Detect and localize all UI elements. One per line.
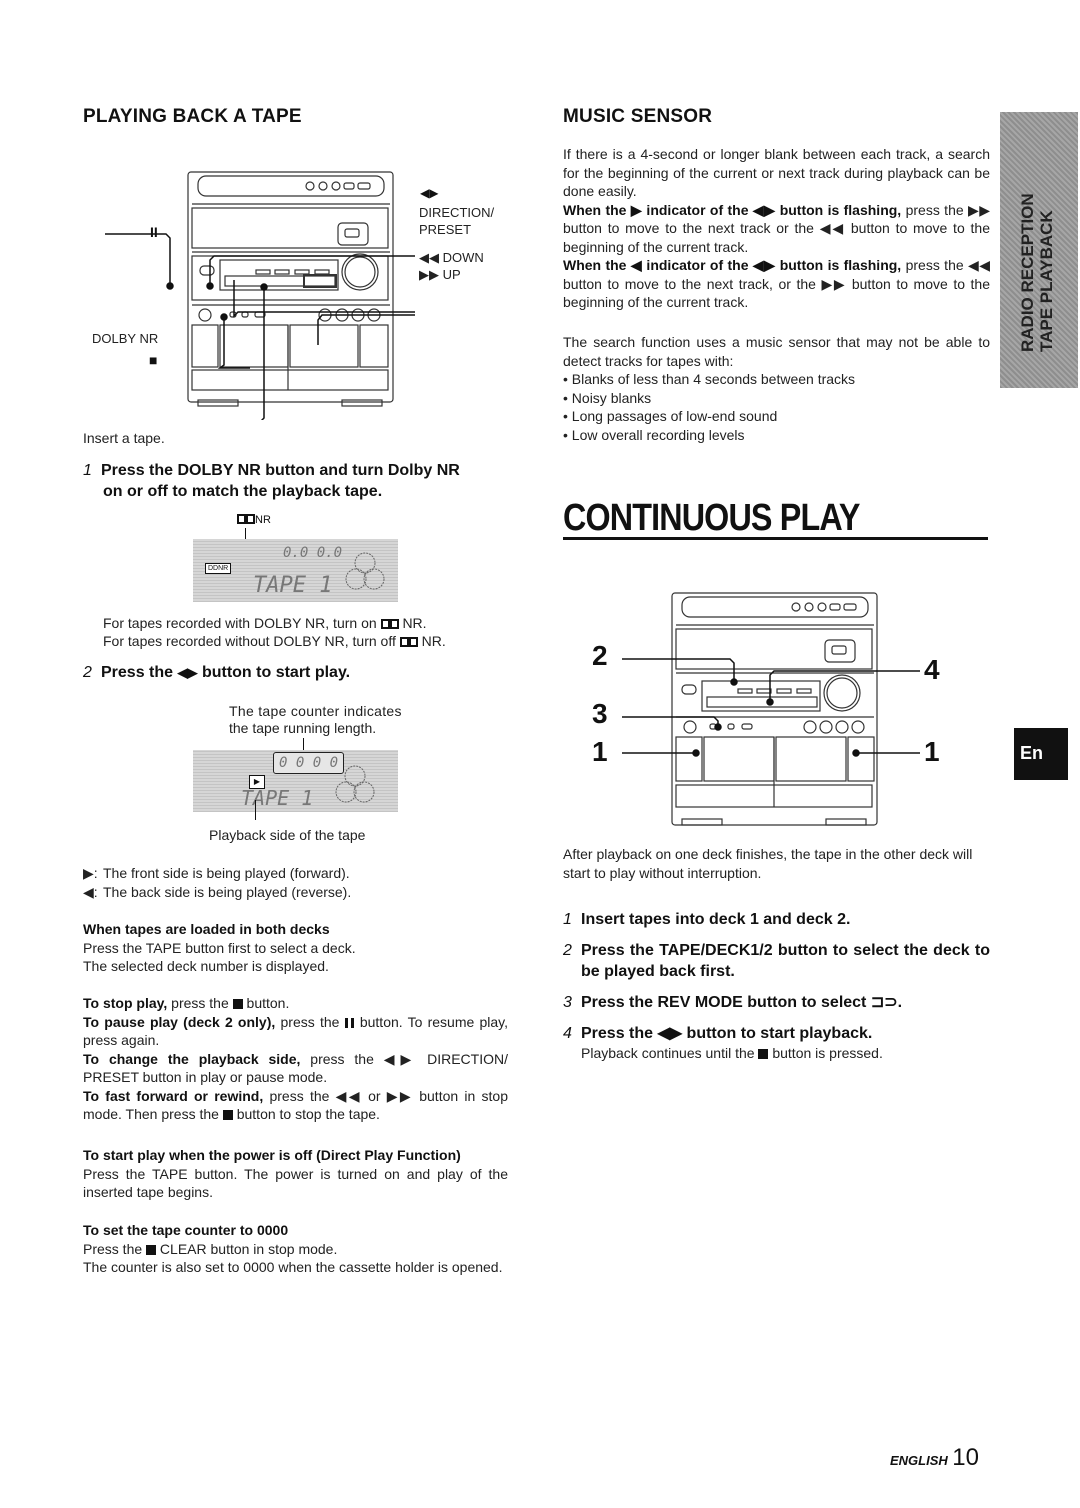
continuous-intro: After playback on one deck finishes, the… <box>563 846 973 881</box>
continuous-steps: 1 Insert tapes into deck 1 and deck 2. 2P… <box>563 909 990 1063</box>
limit-item: • Long passages of low-end sound <box>563 408 778 424</box>
limit-item: • Low overall recording levels <box>563 426 745 443</box>
both-decks-section: When tapes are loaded in both decks Pres… <box>83 921 356 974</box>
continuous-step: 4 Press the ◀▶ button to start playback. <box>563 1025 873 1042</box>
ffwd-up-label: ▶▶ UP <box>419 267 461 282</box>
lcd-display-counter: 0 0 0 0 ▶ TAPE 1 <box>193 750 398 812</box>
playback-side-caption: Playback side of the tape <box>209 827 366 843</box>
callout-4: 4 <box>924 654 940 685</box>
dolby-icon <box>399 637 418 647</box>
limit-item: • Noisy blanks <box>563 389 652 406</box>
section-heading-playing-back: PLAYING BACK A TAPE <box>83 106 302 127</box>
reel-icon <box>335 765 375 803</box>
callout-3: 3 <box>592 698 608 729</box>
counter-note-2: the tape running length. <box>229 720 377 736</box>
continuous-step: 3 Press the REV MODE button to select ⊐⊃. <box>563 994 903 1011</box>
continuous-play-title: CONTINUOUS PLAY <box>563 497 860 539</box>
insert-tape-caption: Insert a tape. <box>83 430 165 446</box>
counter-note-1: The tape counter indicates <box>229 703 402 719</box>
dolby-display-figure: NR 0.0 0.0 DDNR TAPE 1 <box>193 512 398 602</box>
music-sensor-limits: The search function uses a music sensor … <box>563 334 990 443</box>
counter-display-figure: 0 0 0 0 ▶ TAPE 1 <box>193 738 398 820</box>
reel-icon <box>345 552 385 590</box>
stereo-figure-continuous <box>610 585 950 830</box>
dolby-nr-badge: DDNR <box>205 563 232 574</box>
pause-icon <box>344 1017 355 1028</box>
reverse-legend: ◀: The back side is being played (reverse… <box>83 884 352 900</box>
direction-label-1: DIRECTION/ <box>419 205 495 220</box>
stereo-illustration <box>105 171 415 423</box>
footer-language: ENGLISH <box>890 1453 948 1468</box>
direction-icon: ◀▶ <box>420 186 439 200</box>
stop-icon <box>146 1244 157 1255</box>
chapter-side-tab: RADIO RECEPTION TAPE PLAYBACK <box>1000 112 1078 388</box>
stereo-illustration <box>622 592 920 826</box>
stereo-figure-playback <box>80 160 530 423</box>
play-direction-icon: ◀▶ <box>177 665 198 680</box>
counter-reset-section: To set the tape counter to 0000 Press th… <box>83 1222 503 1275</box>
callout-1-left: 1 <box>592 736 608 767</box>
lcd-display-dolby: 0.0 0.0 DDNR TAPE 1 <box>193 539 398 602</box>
dolby-note-on: For tapes recorded with DOLBY NR, turn o… <box>103 615 427 631</box>
dolby-icon <box>380 619 399 629</box>
stop-icon: ■ <box>149 352 158 368</box>
direct-play-section: To start play when the power is off (Dir… <box>83 1147 508 1200</box>
stop-icon <box>232 999 243 1009</box>
dolby-note-off: For tapes recorded without DOLBY NR, tur… <box>103 633 446 649</box>
step-1-dolby: 1 Press the DOLBY NR button and turn Dolb… <box>83 462 460 500</box>
dolby-nr-label: DOLBY NR <box>92 331 159 346</box>
stop-icon <box>758 1049 769 1059</box>
dolby-nr-symbol: NR <box>237 514 271 526</box>
language-tab: En <box>1014 728 1068 780</box>
forward-legend: ▶: The front side is being played (forwar… <box>83 865 350 881</box>
step4-note: Playback continues until the button is p… <box>581 1045 883 1061</box>
callout-2: 2 <box>592 640 608 671</box>
section-heading-music-sensor: MUSIC SENSOR <box>563 106 713 127</box>
rewind-down-label: ◀◀ DOWN <box>419 250 484 265</box>
music-sensor-text: If there is a 4-second or longer blank b… <box>563 146 991 310</box>
side-tab-label: RADIO RECEPTION TAPE PLAYBACK <box>1018 193 1056 352</box>
continuous-step: 1 Insert tapes into deck 1 and deck 2. <box>563 911 851 928</box>
page-number: 10 <box>952 1444 979 1471</box>
playback-operations: To stop play, press the button. To pause… <box>83 995 509 1122</box>
page-footer: ENGLISH 10 <box>890 1444 979 1472</box>
callout-1-right: 1 <box>924 736 940 767</box>
pause-icon: II <box>150 224 158 240</box>
stop-icon <box>222 1110 233 1120</box>
limit-item: • Blanks of less than 4 seconds between … <box>563 371 856 387</box>
continuous-step: 2 Press the TAPE/DECK1/2 button to select… <box>563 942 990 980</box>
title-rule <box>563 537 988 540</box>
direction-label-2: PRESET <box>419 222 472 237</box>
step-2-start-play: 2 Press the ◀▶ button to start play. <box>83 664 351 681</box>
